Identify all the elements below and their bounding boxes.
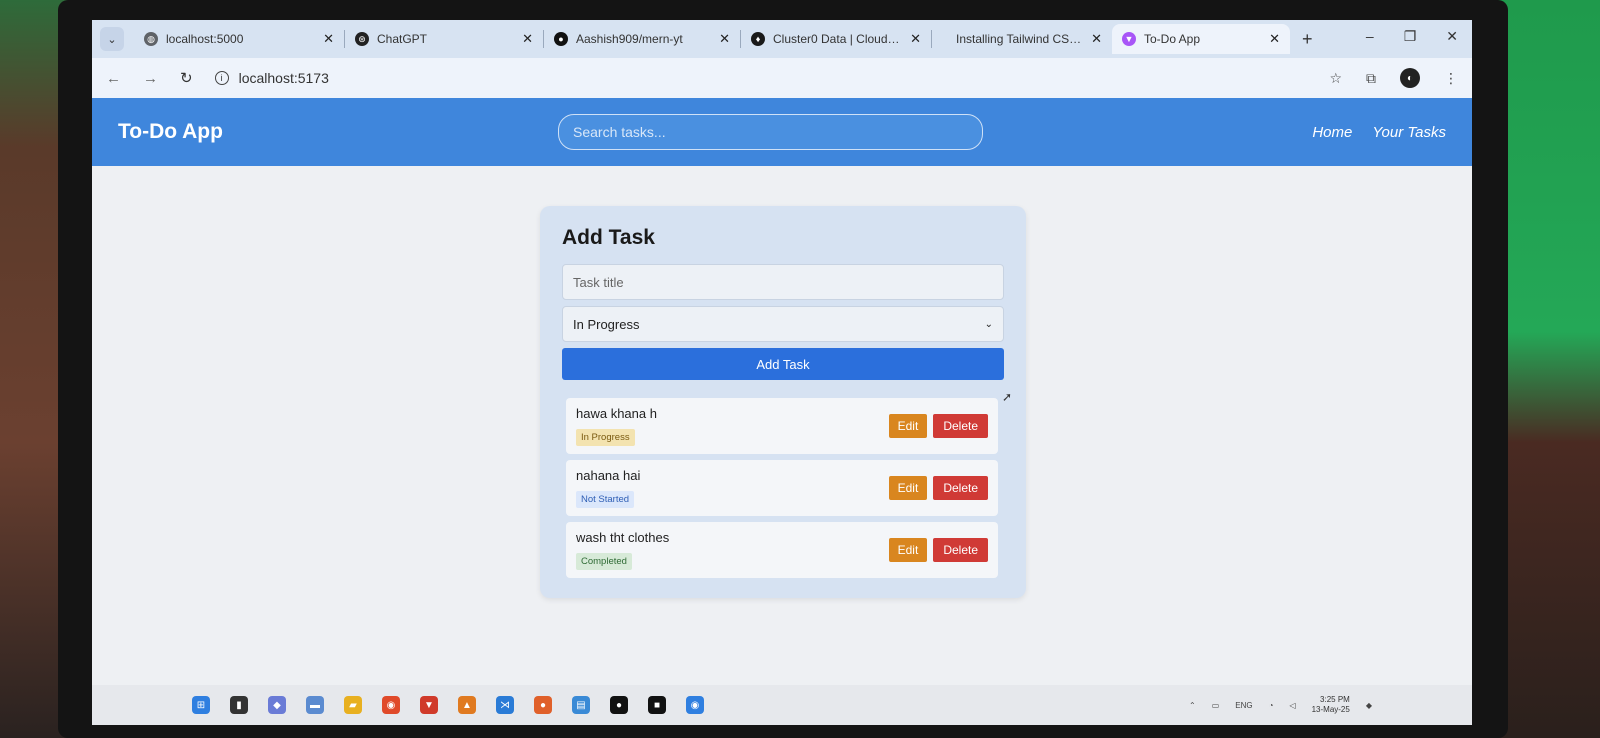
globe-icon: ◍ [144, 32, 158, 46]
vlc-icon[interactable]: ▲ [458, 696, 476, 714]
task-item: wash tht clothes Completed Edit Delete [566, 522, 998, 578]
delete-button[interactable]: Delete [933, 414, 988, 438]
chrome-active-icon[interactable]: ◉ [686, 696, 704, 714]
tab-title: Cluster0 Data | Cloud: Mo [773, 32, 903, 46]
site-info-icon[interactable]: i [214, 71, 229, 85]
status-select-value: In Progress [573, 316, 640, 332]
address-bar[interactable]: i localhost:5173 [214, 64, 1308, 92]
windows-taskbar: ⊞ ▮ ◆ ▬ ▰ ◉ ▼ ▲ ⋊ ● ▤ ● ■ ◉ ⌃ ▭ ENG ◔ ◁ … [92, 685, 1472, 725]
bookmark-star-icon[interactable]: ☆ [1329, 70, 1342, 87]
edit-button[interactable]: Edit [888, 538, 928, 562]
terminal-icon[interactable]: ■ [648, 696, 666, 714]
new-tab-plus-icon[interactable]: + [1302, 29, 1313, 50]
clock-date: 13-May-25 [1311, 705, 1350, 714]
file-explorer-icon[interactable]: ▰ [344, 696, 362, 714]
tab-search-button[interactable]: ⌄ [100, 27, 124, 51]
task-item: hawa khana h In Progress Edit Delete [566, 398, 998, 454]
clock-time: 3:25 PM [1320, 695, 1350, 704]
mouse-cursor-icon: ➚ [1002, 390, 1013, 404]
browser-tab-active[interactable]: ▼ To-Do App ✕ [1112, 24, 1290, 54]
nav-link-your-tasks[interactable]: Your Tasks [1372, 124, 1446, 141]
nav-links: Home Your Tasks [1312, 124, 1446, 141]
card-title: Add Task [562, 226, 655, 249]
language-indicator[interactable]: ENG [1235, 701, 1252, 710]
browser-tab[interactable]: ⊛ ChatGPT ✕ [345, 24, 543, 54]
system-tray: ⌃ ▭ ENG ◔ ◁ 3:25 PM 13-May-25 ◆ [1189, 695, 1372, 715]
app-brand[interactable]: To-Do App [118, 120, 558, 144]
close-icon[interactable]: ✕ [1091, 31, 1102, 47]
edit-button[interactable]: Edit [888, 476, 928, 500]
nav-link-home[interactable]: Home [1312, 124, 1352, 141]
windows-start-icon[interactable]: ⊞ [192, 696, 210, 714]
delete-button[interactable]: Delete [933, 476, 988, 500]
edit-button[interactable]: Edit [888, 414, 928, 438]
chevron-down-icon: ⌄ [984, 318, 993, 330]
toolbar-actions: ☆ ⧉ ◐ ⋮ [1329, 68, 1458, 88]
chatgpt-icon: ⊛ [355, 32, 369, 46]
close-icon[interactable]: ✕ [323, 31, 334, 47]
volume-icon[interactable]: ◁ [1289, 701, 1295, 710]
restore-icon[interactable]: ❐ [1404, 28, 1417, 45]
browser-tab[interactable]: ● Aashish909/mern-yt ✕ [544, 24, 740, 54]
brave-icon[interactable]: ▼ [420, 696, 438, 714]
forward-arrow-icon[interactable]: → [143, 70, 158, 87]
browser-tab[interactable]: ◍ localhost:5000 ✕ [134, 24, 344, 54]
tab-title: Installing Tailwind CSS with [956, 32, 1083, 46]
profile-avatar-icon[interactable]: ◐ [1400, 68, 1420, 88]
wifi-icon[interactable]: ◔ [1269, 701, 1274, 710]
close-icon[interactable]: ✕ [910, 31, 921, 47]
task-view-icon[interactable]: ▮ [230, 696, 248, 714]
task-item: nahana hai Not Started Edit Delete [566, 460, 998, 516]
status-badge: Completed [576, 553, 632, 570]
widgets-icon[interactable]: ◆ [268, 696, 286, 714]
clock[interactable]: 3:25 PM 13-May-25 [1312, 695, 1350, 715]
back-arrow-icon[interactable]: ← [106, 70, 121, 87]
close-icon[interactable]: ✕ [522, 31, 533, 47]
vscode-icon[interactable]: ⋊ [496, 696, 514, 714]
extensions-icon[interactable]: ⧉ [1366, 70, 1376, 87]
postman-icon[interactable]: ● [534, 696, 552, 714]
tab-title: Aashish909/mern-yt [576, 32, 683, 46]
delete-button[interactable]: Delete [933, 538, 988, 562]
status-badge: Not Started [576, 491, 635, 508]
close-icon[interactable]: ✕ [719, 31, 730, 47]
screen: ⌄ ◍ localhost:5000 ✕ ⊛ ChatGPT ✕ ● Aashi… [92, 20, 1472, 725]
vite-icon: ▼ [1122, 32, 1136, 46]
search-input[interactable] [558, 114, 983, 150]
browser-toolbar: ← → ↻ i localhost:5173 ☆ ⧉ ◐ ⋮ [92, 58, 1472, 98]
task-title: hawa khana h [576, 406, 657, 421]
tab-title: To-Do App [1144, 32, 1201, 46]
status-select[interactable]: In Progress ⌄ [562, 306, 1004, 342]
browser-tab[interactable]: Installing Tailwind CSS with ✕ [932, 24, 1112, 54]
close-window-icon[interactable]: ✕ [1446, 28, 1458, 45]
taskbar-apps: ⊞ ▮ ◆ ▬ ▰ ◉ ▼ ▲ ⋊ ● ▤ ● ■ ◉ [192, 696, 704, 714]
address-url: localhost:5173 [238, 70, 329, 86]
github-icon: ● [554, 32, 568, 46]
notes-icon[interactable]: ▤ [572, 696, 590, 714]
minimize-icon[interactable]: – [1366, 28, 1374, 45]
add-task-button[interactable]: Add Task [562, 348, 1004, 380]
tab-title: ChatGPT [377, 32, 428, 46]
task-title: wash tht clothes [576, 530, 670, 545]
mongodb-leaf-icon: ♦ [751, 32, 765, 46]
tab-title: localhost:5000 [166, 32, 244, 46]
status-badge: In Progress [576, 429, 635, 446]
teams-icon[interactable]: ▬ [306, 696, 324, 714]
browser-tab[interactable]: ♦ Cluster0 Data | Cloud: Mo ✕ [741, 24, 931, 54]
add-task-card: Add Task Task title In Progress ⌄ Add Ta… [540, 206, 1026, 598]
app-navbar: To-Do App Home Your Tasks [92, 98, 1472, 166]
chevron-up-icon[interactable]: ⌃ [1189, 701, 1196, 710]
task-title-placeholder: Task title [573, 274, 624, 290]
close-icon[interactable]: ✕ [1269, 31, 1280, 47]
task-title-input[interactable]: Task title [562, 264, 1004, 300]
battery-icon[interactable]: ▭ [1212, 701, 1220, 710]
chrome-icon[interactable]: ◉ [382, 696, 400, 714]
window-controls: – ❐ ✕ [1366, 28, 1458, 45]
github-desktop-icon[interactable]: ● [610, 696, 628, 714]
notification-icon[interactable]: ◆ [1366, 701, 1372, 710]
browser-tab-strip: ⌄ ◍ localhost:5000 ✕ ⊛ ChatGPT ✕ ● Aashi… [92, 20, 1472, 58]
menu-kebab-icon[interactable]: ⋮ [1444, 70, 1458, 87]
reload-icon[interactable]: ↻ [180, 69, 193, 87]
task-title: nahana hai [576, 468, 641, 483]
